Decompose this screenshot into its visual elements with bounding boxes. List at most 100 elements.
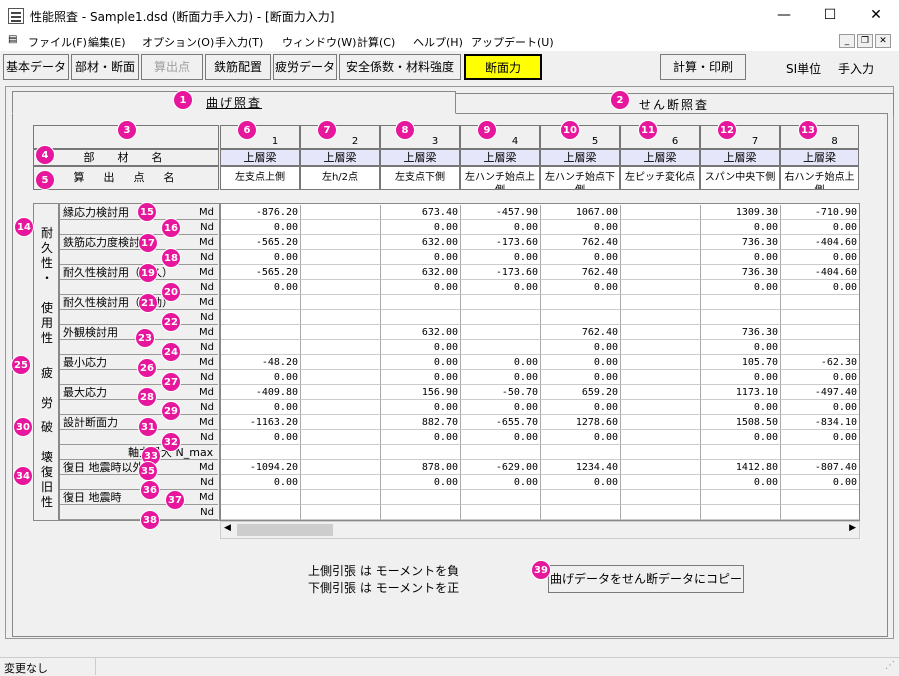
data-cell[interactable]: 1412.80 [701,460,781,475]
data-cell[interactable]: 0.00 [381,340,461,355]
data-cell[interactable] [301,340,381,355]
data-cell[interactable] [301,370,381,385]
data-cell[interactable] [301,310,381,325]
data-cell[interactable] [461,295,541,310]
data-cell[interactable]: -48.20 [221,355,301,370]
data-cell[interactable]: 0.00 [701,370,781,385]
data-cell[interactable] [541,490,621,505]
data-cell[interactable]: 0.00 [701,250,781,265]
data-cell[interactable]: 632.00 [381,265,461,280]
data-cell[interactable]: 0.00 [701,430,781,445]
data-cell[interactable]: 878.00 [381,460,461,475]
menu-update[interactable]: アップデート(U) [471,34,554,50]
section-force-button[interactable]: 断面力 [464,54,542,80]
tab-shear[interactable]: せん断照査 [454,93,894,115]
menu-window[interactable]: ウィンドウ(W) [282,34,356,50]
data-cell[interactable]: 1067.00 [541,205,621,220]
data-cell[interactable]: 632.00 [381,235,461,250]
data-cell[interactable]: -457.90 [461,205,541,220]
member-name-cell[interactable]: 上層梁 [700,149,780,166]
data-cell[interactable] [301,280,381,295]
data-cell[interactable]: 0.00 [381,430,461,445]
data-cell[interactable]: 736.30 [701,265,781,280]
data-cell[interactable] [301,385,381,400]
data-cell[interactable] [701,310,781,325]
member-name-cell[interactable]: 上層梁 [460,149,540,166]
member-name-cell[interactable]: 上層梁 [780,149,859,166]
data-cell[interactable] [621,415,701,430]
calc-point-cell[interactable]: 右ハンチ始点上側 [780,166,859,190]
data-cell[interactable] [541,295,621,310]
data-cell[interactable] [621,505,701,520]
calc-point-button[interactable]: 算出点 [141,54,203,80]
data-cell[interactable]: 0.00 [381,370,461,385]
data-cell[interactable] [301,415,381,430]
data-cell[interactable] [621,355,701,370]
data-cell[interactable]: -173.60 [461,265,541,280]
data-cell[interactable] [301,250,381,265]
data-cell[interactable]: -404.60 [781,235,859,250]
mdi-restore-button[interactable]: ❐ [857,34,873,48]
data-cell[interactable] [701,445,781,460]
data-cell[interactable] [381,505,461,520]
data-cell[interactable] [301,205,381,220]
data-cell[interactable]: 0.00 [381,400,461,415]
data-cell[interactable] [781,490,859,505]
data-cell[interactable]: -565.20 [221,235,301,250]
data-cell[interactable]: 0.00 [541,370,621,385]
data-cell[interactable]: 0.00 [541,475,621,490]
data-cell[interactable]: -409.80 [221,385,301,400]
data-cell[interactable]: 0.00 [381,250,461,265]
data-cell[interactable]: 0.00 [461,355,541,370]
data-cell[interactable]: 0.00 [781,430,859,445]
data-cell[interactable] [301,505,381,520]
data-cell[interactable] [621,325,701,340]
fatigue-data-button[interactable]: 疲労データ [273,54,337,80]
data-cell[interactable]: -655.70 [461,415,541,430]
data-cell[interactable]: 0.00 [781,250,859,265]
data-cell[interactable] [461,325,541,340]
data-cell[interactable]: 0.00 [461,220,541,235]
data-cell[interactable]: -62.30 [781,355,859,370]
data-cell[interactable] [621,265,701,280]
data-cell[interactable]: 0.00 [461,250,541,265]
data-cell[interactable] [461,445,541,460]
data-cell[interactable]: 0.00 [461,400,541,415]
data-cell[interactable] [781,310,859,325]
data-cell[interactable] [221,295,301,310]
data-cell[interactable] [461,490,541,505]
data-cell[interactable]: 0.00 [221,280,301,295]
data-cell[interactable] [621,490,701,505]
data-cell[interactable]: 0.00 [221,400,301,415]
data-cell[interactable] [381,490,461,505]
data-cell[interactable] [781,295,859,310]
data-cell[interactable]: -565.20 [221,265,301,280]
copy-bending-to-shear-button[interactable]: 曲げデータをせん断データにコピー [548,565,744,593]
calc-point-cell[interactable]: 左支点下側 [380,166,460,190]
data-cell[interactable] [621,370,701,385]
data-cell[interactable]: 0.00 [541,220,621,235]
data-cell[interactable]: 0.00 [781,400,859,415]
data-cell[interactable] [621,400,701,415]
data-cell[interactable] [461,310,541,325]
data-cell[interactable] [621,430,701,445]
data-cell[interactable]: 0.00 [381,355,461,370]
data-cell[interactable] [701,505,781,520]
data-cell[interactable]: 736.30 [701,235,781,250]
menu-calc[interactable]: 計算(C) [357,34,395,50]
member-name-cell[interactable]: 上層梁 [220,149,300,166]
data-cell[interactable]: 1309.30 [701,205,781,220]
data-cell[interactable] [621,205,701,220]
close-button[interactable]: ✕ [853,0,899,31]
data-cell[interactable] [781,505,859,520]
data-cell[interactable] [461,505,541,520]
data-cell[interactable]: -834.10 [781,415,859,430]
member-name-cell[interactable]: 上層梁 [620,149,700,166]
safety-factor-button[interactable]: 安全係数・材料強度 [339,54,461,80]
data-grid[interactable]: -876.20 673.40 -457.90 1067.00 1309.30 -710.9… [220,203,860,521]
data-cell[interactable] [781,325,859,340]
data-cell[interactable]: -497.40 [781,385,859,400]
data-cell[interactable]: 0.00 [461,280,541,295]
data-cell[interactable]: 0.00 [381,475,461,490]
data-cell[interactable]: 0.00 [221,475,301,490]
